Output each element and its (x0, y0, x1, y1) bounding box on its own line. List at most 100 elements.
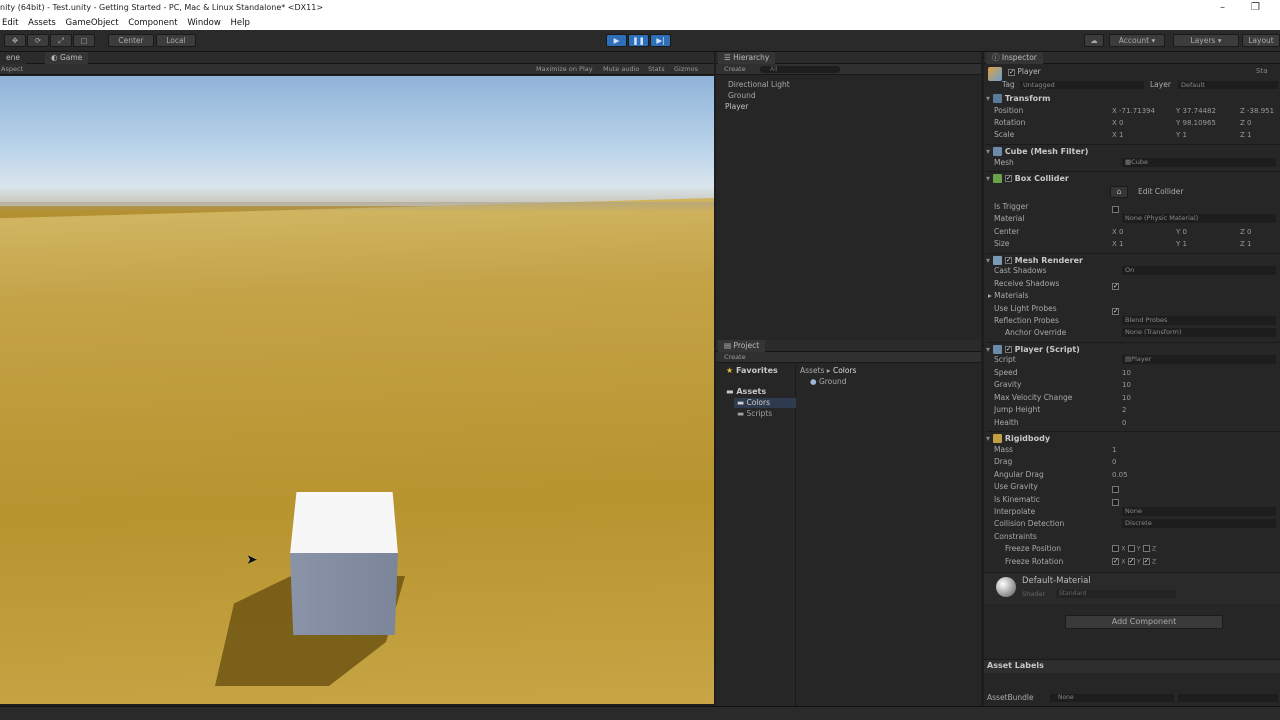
project-create-dropdown[interactable]: Create (724, 352, 746, 363)
center-z[interactable]: Z 0 (1240, 226, 1252, 238)
minimize-icon[interactable]: – (1220, 0, 1225, 16)
play-button[interactable]: ▶ (606, 34, 627, 47)
menu-assets[interactable]: Assets (28, 18, 56, 28)
freeze-position-y-checkbox[interactable] (1127, 545, 1135, 552)
use-gravity-checkbox[interactable] (1112, 485, 1119, 493)
materials-row[interactable]: ▸ Materials (988, 290, 1280, 302)
freeze-position-x-checkbox[interactable] (1112, 545, 1119, 552)
pivot-local-button[interactable]: Local (156, 34, 196, 47)
rotation-z[interactable]: Z 0 (1240, 117, 1252, 129)
stats-toggle[interactable]: Stats (648, 64, 665, 75)
asset-ground[interactable]: ● Ground (810, 377, 847, 386)
rotation-y[interactable]: Y 98.10965 (1176, 117, 1216, 129)
hierarchy-create-dropdown[interactable]: Create (724, 64, 746, 75)
asset-bundle-dropdown[interactable]: None (1050, 694, 1174, 702)
scale-z[interactable]: Z 1 (1240, 129, 1252, 141)
hierarchy-item-player[interactable]: Player (725, 102, 748, 111)
cloud-button[interactable]: ☁ (1084, 34, 1104, 47)
breadcrumb-colors[interactable]: Colors (833, 366, 857, 375)
mesh-field[interactable]: ▦Cube (1122, 158, 1276, 167)
pivot-center-button[interactable]: Center (108, 34, 154, 47)
static-toggle[interactable]: Sta (1256, 67, 1267, 75)
scale-tool-button[interactable]: ⤢ (50, 34, 72, 47)
tab-inspector[interactable]: ⓘ Inspector (986, 52, 1043, 64)
rotation-x[interactable]: X 0 (1112, 117, 1124, 129)
pause-button[interactable]: ❚❚ (628, 34, 649, 47)
hierarchy-search-input[interactable]: All (760, 66, 840, 73)
aspect-dropdown[interactable]: Aspect (1, 64, 23, 75)
menu-help[interactable]: Help (231, 18, 250, 28)
tab-scene[interactable]: ene (0, 52, 26, 64)
tab-game[interactable]: ◐ Game (45, 52, 89, 64)
menu-window[interactable]: Window (187, 18, 221, 28)
scale-y[interactable]: Y 1 (1176, 129, 1187, 141)
menu-component[interactable]: Component (128, 18, 177, 28)
menu-gameobject[interactable]: GameObject (66, 18, 119, 28)
tag-dropdown[interactable]: Untagged (1020, 81, 1144, 89)
reflection-probes-dropdown[interactable]: Blend Probes (1122, 316, 1276, 325)
gizmos-dropdown[interactable]: Gizmos (674, 64, 698, 75)
assets-folder[interactable]: ▬ Assets (726, 387, 766, 396)
asset-bundle-variant-dropdown[interactable] (1178, 694, 1278, 702)
size-z[interactable]: Z 1 (1240, 238, 1252, 250)
tab-project[interactable]: ▤ Project (718, 340, 766, 352)
maximize-on-play-toggle[interactable]: Maximize on Play (536, 64, 593, 75)
folder-colors[interactable]: ▬ Colors (737, 398, 770, 407)
drag-field[interactable]: 0 (1112, 456, 1116, 468)
step-button[interactable]: ▶| (650, 34, 671, 47)
mass-field[interactable]: 1 (1112, 444, 1116, 456)
menu-edit[interactable]: Edit (2, 18, 18, 28)
restore-icon[interactable]: ❐ (1251, 0, 1260, 16)
center-y[interactable]: Y 0 (1176, 226, 1187, 238)
add-component-button[interactable]: Add Component (1065, 615, 1223, 629)
use-light-probes-checkbox[interactable]: ✓ (1112, 307, 1119, 315)
health-field[interactable]: 0 (1122, 417, 1126, 429)
freeze-rotation-x-checkbox[interactable]: ✓ (1112, 558, 1119, 565)
jump-height-field[interactable]: 2 (1122, 404, 1126, 416)
game-viewport[interactable]: ➤ (0, 76, 714, 704)
size-x[interactable]: X 1 (1112, 238, 1124, 250)
angular-drag-field[interactable]: 0.05 (1112, 469, 1128, 481)
freeze-rotation-z-checkbox[interactable]: ✓ (1142, 558, 1150, 565)
breadcrumb-assets[interactable]: Assets (800, 366, 824, 375)
receive-shadows-checkbox[interactable]: ✓ (1112, 282, 1119, 290)
cast-shadows-dropdown[interactable]: On (1122, 266, 1276, 275)
is-trigger-checkbox[interactable] (1112, 205, 1119, 213)
rigidbody-header[interactable]: ▾ Rigidbody (986, 431, 1280, 445)
object-name-field[interactable]: Player (1017, 67, 1040, 76)
mesh-filter-header[interactable]: ▾ Cube (Mesh Filter) (986, 144, 1280, 158)
mesh-renderer-enabled-checkbox[interactable]: ✓ (1004, 257, 1012, 264)
size-y[interactable]: Y 1 (1176, 238, 1187, 250)
hierarchy-item-directional-light[interactable]: Directional Light (728, 80, 790, 89)
rotate-tool-button[interactable]: ⟳ (27, 34, 49, 47)
max-velocity-field[interactable]: 10 (1122, 392, 1131, 404)
player-script-enabled-checkbox[interactable]: ✓ (1004, 346, 1012, 353)
collider-material-field[interactable]: None (Physic Material) (1122, 214, 1276, 223)
freeze-position-z-checkbox[interactable] (1142, 545, 1150, 552)
position-x[interactable]: X -71.71394 (1112, 105, 1155, 117)
box-collider-header[interactable]: ▾ ✓ Box Collider (986, 171, 1280, 185)
favorites-item[interactable]: ★ Favorites (726, 366, 778, 375)
transform-header[interactable]: ▾ Transform (986, 92, 1280, 106)
box-collider-enabled-checkbox[interactable]: ✓ (1004, 175, 1012, 182)
constraints-row[interactable]: Constraints (994, 531, 1280, 543)
freeze-rotation-y-checkbox[interactable]: ✓ (1127, 558, 1135, 565)
shader-dropdown[interactable]: Standard (1056, 590, 1176, 598)
mute-audio-toggle[interactable]: Mute audio (603, 64, 639, 75)
active-checkbox[interactable]: ✓ (1008, 68, 1015, 76)
move-tool-button[interactable]: ✥ (4, 34, 26, 47)
interpolate-dropdown[interactable]: None (1122, 507, 1276, 516)
position-z[interactable]: Z -38.951 (1240, 105, 1274, 117)
rect-tool-button[interactable]: ▢ (73, 34, 95, 47)
layout-dropdown[interactable]: Layout (1242, 34, 1280, 47)
folder-scripts[interactable]: ▬ Scripts (737, 409, 772, 418)
anchor-override-field[interactable]: None (Transform) (1122, 328, 1276, 337)
layer-dropdown[interactable]: Default (1178, 81, 1278, 89)
scale-x[interactable]: X 1 (1112, 129, 1124, 141)
layers-dropdown[interactable]: Layers ▾ (1173, 34, 1239, 47)
center-x[interactable]: X 0 (1112, 226, 1124, 238)
tab-hierarchy[interactable]: ☰ Hierarchy (718, 52, 776, 64)
hierarchy-item-ground[interactable]: Ground (728, 91, 756, 100)
is-kinematic-checkbox[interactable] (1112, 498, 1119, 506)
edit-collider-button[interactable]: ⌂ (1110, 186, 1128, 198)
